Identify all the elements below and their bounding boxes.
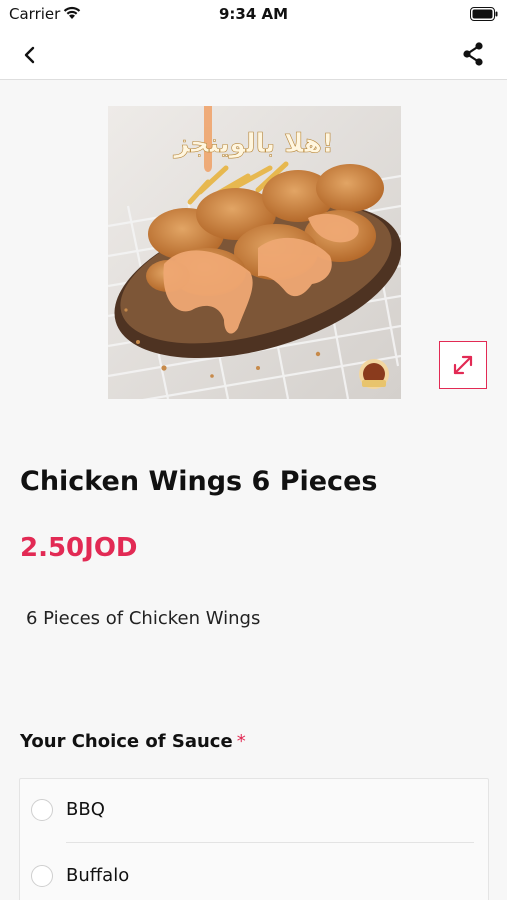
required-marker: * [236,731,246,752]
image-overlay-text: هلا بالوينجز! [172,129,334,159]
sauce-option-bbq[interactable]: BBQ [20,779,490,843]
radio-button[interactable] [31,799,53,821]
back-button[interactable] [14,40,46,70]
product-description: 6 Pieces of Chicken Wings [26,608,261,629]
product-price: 2.50JOD [20,533,138,563]
sauce-section-label: Your Choice of Sauce [20,731,233,752]
expand-image-button[interactable] [439,341,487,389]
radio-button[interactable] [31,865,53,887]
chevron-left-icon [24,46,35,64]
share-button[interactable] [457,38,489,70]
divider [66,842,474,843]
status-time: 9:34 AM [218,5,289,23]
product-title: Chicken Wings 6 Pieces [20,466,378,497]
share-icon [463,42,483,66]
sauce-option-label: Buffalo [66,865,130,886]
sauce-option-buffalo[interactable]: Buffalo [20,845,490,900]
sauce-section-title: Your Choice of Sauce * [20,731,246,752]
product-image: هلا بالوينجز! [108,106,401,399]
navigation-bar [0,30,507,80]
status-bar: Carrier 9:34 AM [0,0,507,30]
sauce-option-label: BBQ [66,799,105,820]
brand-logo [359,359,389,389]
expand-icon [453,355,473,375]
battery-icon [470,6,498,25]
sauce-options-list: BBQ Buffalo [19,778,489,900]
